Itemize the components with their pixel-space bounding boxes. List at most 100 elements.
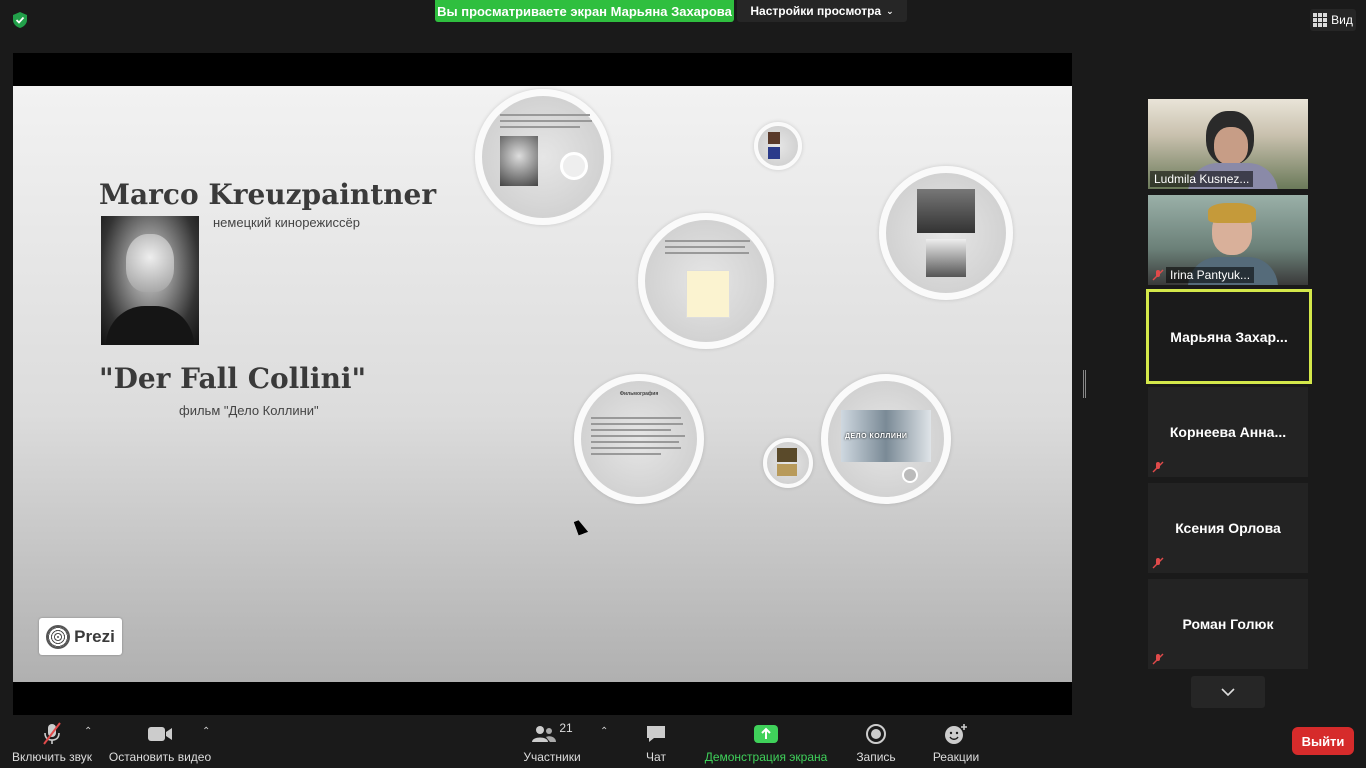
participant-tile[interactable]: Ludmila Kusnez... (1148, 99, 1308, 189)
participant-name: Irina Pantyuk... (1166, 267, 1255, 283)
panel-resize-handle[interactable] (1083, 370, 1086, 398)
reactions-button[interactable]: Реакции (928, 716, 984, 768)
bubble-map[interactable] (638, 213, 774, 349)
bubble-text-line (591, 441, 679, 443)
leave-meeting-button[interactable]: Выйти (1292, 727, 1354, 755)
audio-options-caret-icon[interactable]: ⌃ (84, 726, 92, 737)
bubble-small-circle (560, 152, 588, 180)
shield-check-icon[interactable] (11, 11, 29, 29)
bubble-photo (917, 189, 975, 233)
bubble-text-line (591, 447, 681, 449)
slide-subtitle: немецкий кинорежиссёр (213, 215, 360, 230)
film-subtitle: фильм "Дело Коллини" (179, 403, 319, 418)
grid-view-icon (1313, 13, 1328, 27)
bubble-text-line (591, 453, 661, 455)
view-button-label: Вид (1331, 13, 1353, 27)
bubble-photo (500, 136, 538, 186)
portrait-head (126, 234, 174, 292)
chevron-down-icon (1221, 688, 1235, 696)
bubble-photos[interactable] (879, 166, 1013, 300)
slide-title: Marco Kreuzpaintner (99, 178, 437, 211)
view-options-label: Настройки просмотра (750, 4, 882, 18)
top-bar: Вы просматриваете экран Марьяна Захарова… (0, 0, 1366, 44)
participants-label: Участники (523, 750, 581, 764)
chat-label: Чат (646, 750, 666, 764)
bubble-text-line (500, 126, 580, 128)
bubble-small-bottom[interactable] (763, 438, 813, 488)
participants-options-caret-icon[interactable]: ⌃ (600, 726, 608, 737)
bubble-photo (777, 464, 797, 476)
participant-tile-active-speaker[interactable]: Марьяна Захар... (1146, 289, 1312, 384)
bubble-text-line (591, 429, 671, 431)
film-title: "Der Fall Collini" (99, 362, 367, 395)
prezi-logo-label: Prezi (74, 626, 115, 646)
unmute-label: Включить звук (11, 750, 93, 764)
bubble-text-line (591, 417, 681, 419)
reactions-label: Реакции (932, 750, 980, 764)
bubble-text-line (665, 240, 750, 242)
video-camera-icon (147, 722, 173, 746)
prezi-mark-icon (46, 624, 71, 649)
stop-video-label: Остановить видео (108, 750, 212, 764)
video-options-caret-icon[interactable]: ⌃ (202, 726, 210, 737)
record-icon (865, 722, 887, 746)
mic-muted-icon (1152, 653, 1164, 665)
meeting-toolbar: Включить звук ⌃ Остановить видео ⌃ 21 Уч… (0, 716, 1366, 768)
portrait-shirt (106, 306, 194, 345)
filmography-heading: Фильмография (619, 391, 659, 397)
bubble-text-line (665, 252, 749, 254)
bubble-text-line (591, 435, 685, 437)
bubble-small-top[interactable] (754, 122, 802, 170)
participant-tile[interactable]: Ксения Орлова (1148, 483, 1308, 573)
view-options-menu[interactable]: Настройки просмотра ⌄ (737, 0, 907, 22)
chat-bubble-icon (645, 722, 667, 746)
participant-tile[interactable]: Роман Голюк (1148, 579, 1308, 669)
record-button[interactable]: Запись (852, 716, 900, 768)
participant-tile[interactable]: Корнеева Анна... (1148, 387, 1308, 477)
bubble-text-line (665, 246, 745, 248)
prezi-slide[interactable]: Marco Kreuzpaintner немецкий кинорежиссё… (13, 86, 1072, 682)
participant-name: Ксения Орлова (1175, 520, 1281, 536)
bubble-filmography[interactable]: Фильмография (574, 374, 704, 504)
bubble-text-line (500, 120, 592, 122)
prezi-logo[interactable]: Prezi (39, 618, 122, 655)
mic-muted-icon (1152, 269, 1164, 281)
bubble-small-circle (902, 467, 918, 483)
participant-name: Корнеева Анна... (1169, 424, 1287, 440)
mic-muted-icon (1152, 557, 1164, 569)
bubble-bio[interactable] (475, 89, 611, 225)
bubble-photo (768, 147, 780, 159)
bubble-photo (777, 448, 797, 462)
bubble-film-poster[interactable]: ДЕЛО КОЛЛИНИ (821, 374, 951, 504)
bubble-photo (926, 239, 966, 277)
bubble-text-line (591, 423, 683, 425)
bubble-text-line (500, 114, 590, 116)
share-screen-label: Демонстрация экрана (704, 750, 828, 764)
participant-tile[interactable]: Irina Pantyuk... (1148, 195, 1308, 285)
participants-button[interactable]: 21 Участники (518, 716, 586, 768)
participants-count: 21 (559, 721, 573, 735)
participant-video-hair (1208, 203, 1256, 223)
participant-video-face (1214, 127, 1248, 165)
record-label: Запись (856, 750, 896, 764)
gallery-scroll-down-button[interactable] (1191, 676, 1265, 708)
stop-video-button[interactable]: Остановить видео (106, 716, 214, 768)
film-poster-image: ДЕЛО КОЛЛИНИ (841, 410, 931, 462)
share-status-banner: Вы просматриваете экран Марьяна Захарова (435, 0, 734, 22)
participant-name: Марьяна Захар... (1170, 328, 1288, 345)
mic-muted-icon (1152, 461, 1164, 473)
mic-muted-icon (41, 722, 63, 746)
share-screen-button[interactable]: Демонстрация экрана (702, 716, 830, 768)
participants-icon-wrap: 21 (531, 721, 573, 746)
participant-name: Ludmila Kusnez... (1150, 171, 1254, 187)
map-image (686, 270, 730, 318)
share-screen-icon (753, 722, 779, 746)
bubble-photo (768, 132, 780, 144)
unmute-button[interactable]: Включить звук (8, 716, 96, 768)
chat-button[interactable]: Чат (636, 716, 676, 768)
view-button[interactable]: Вид (1310, 9, 1356, 31)
participant-name: Роман Голюк (1182, 616, 1274, 632)
participant-gallery: Ludmila Kusnez... Irina Pantyuk... Марья… (1146, 96, 1312, 726)
film-poster-title: ДЕЛО КОЛЛИНИ (845, 432, 908, 440)
smiley-plus-icon (944, 722, 968, 746)
